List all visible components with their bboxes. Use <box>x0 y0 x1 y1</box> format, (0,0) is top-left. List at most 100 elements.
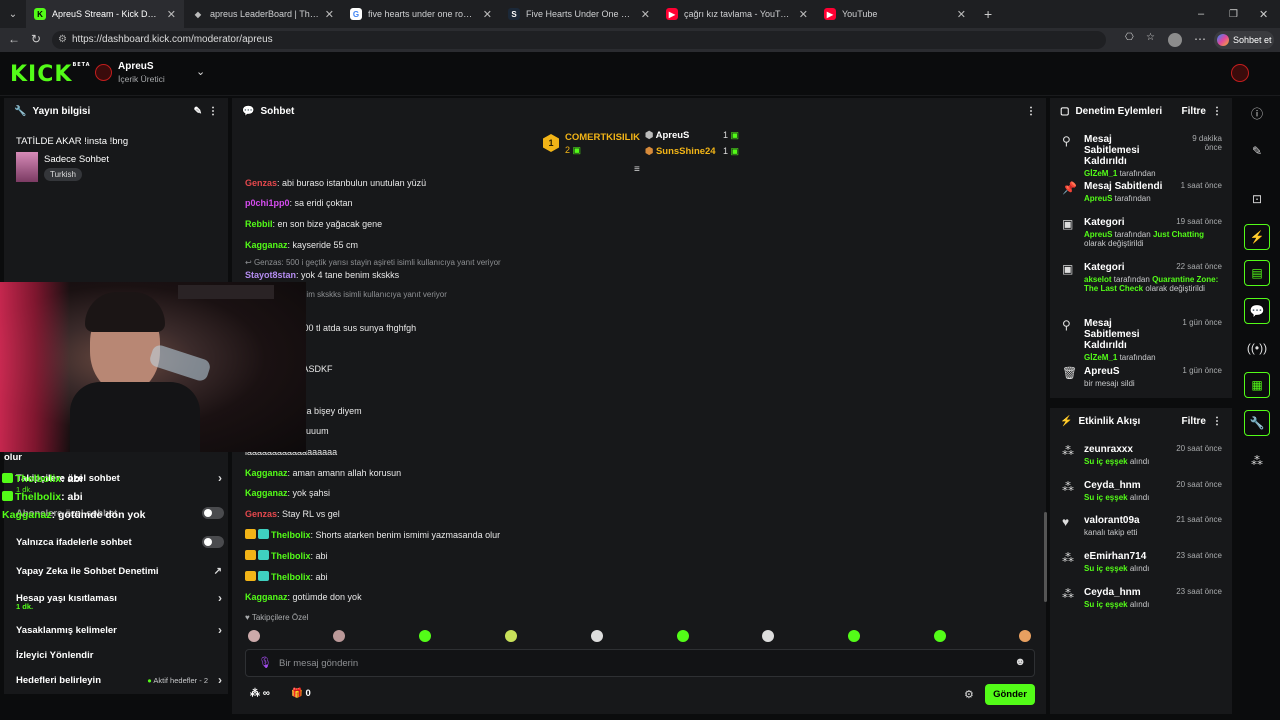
mod-action-user[interactable]: ApreuS <box>1084 194 1112 203</box>
kick-logo[interactable]: KICKBETA <box>10 62 91 87</box>
minimize-window-button[interactable]: – <box>1198 8 1204 20</box>
wrench-tool-icon[interactable]: 🔧 <box>1244 410 1270 436</box>
edit-icon[interactable]: ✎ <box>1244 138 1270 164</box>
gifts[interactable]: 🎁 0 <box>291 688 311 699</box>
chat-settings-gear-icon[interactable]: ⚙ <box>964 688 974 701</box>
mod-filter-button[interactable]: Filtre <box>1182 106 1206 117</box>
quick-actions-icon[interactable]: ⚡ <box>1244 224 1270 250</box>
chat-message[interactable]: Kagganaz: gotümde don yok <box>245 592 362 602</box>
chat-username[interactable]: Rebbil <box>245 219 273 229</box>
layout-icon[interactable]: ▦ <box>1244 372 1270 398</box>
close-tab-icon[interactable]: ✕ <box>167 8 176 21</box>
mod-action-user[interactable]: GİZeM_1 <box>1084 169 1117 178</box>
subscribers-only-toggle[interactable] <box>202 507 224 519</box>
activity-filter-button[interactable]: Filtre <box>1182 416 1206 427</box>
account-avatar[interactable] <box>1231 64 1249 82</box>
chat-username[interactable]: Stayot8stan <box>245 270 296 280</box>
chat-username[interactable]: Genzas <box>245 178 277 188</box>
close-tab-icon[interactable]: ✕ <box>325 8 334 21</box>
chat-message[interactable]: Stayot8stan: yok 4 tane benim skskks <box>245 270 399 280</box>
goals-setting[interactable]: Hedefleri belirleyin ● Aktif hedefler - … <box>4 668 232 692</box>
chat-username[interactable]: p0chi1pp0 <box>245 198 290 208</box>
chat-input[interactable]: 🎙 Bir mesaj gönderin ☻ <box>245 649 1035 677</box>
chat-scrollbar[interactable] <box>1044 512 1047 602</box>
emote-icon[interactable] <box>677 630 689 642</box>
chat-message[interactable]: Thelbolix: Shorts atarken benim ismimi y… <box>245 529 500 540</box>
copilot-chat-button[interactable]: Sohbet et <box>1214 31 1274 49</box>
emote-icon[interactable] <box>762 630 774 642</box>
chat-message[interactable]: Kagganaz: kayseride 55 cm <box>245 240 358 250</box>
emote-icon[interactable] <box>848 630 860 642</box>
close-tab-icon[interactable]: ✕ <box>957 8 966 21</box>
send-button[interactable]: Gönder <box>985 684 1035 705</box>
channel-switch-chevron-icon[interactable]: ⌄ <box>196 65 205 78</box>
chat-message[interactable]: p0chi1pp0: sa eridi çoktan <box>245 198 353 208</box>
language-tag[interactable]: Turkish <box>44 168 82 181</box>
focus-icon[interactable]: ⊡ <box>1244 186 1270 212</box>
mod-action-category[interactable]: Just Chatting <box>1153 230 1204 239</box>
favorites-icon[interactable]: ☆ <box>1146 32 1155 43</box>
channel-points[interactable]: ⁂ ∞ <box>250 688 270 699</box>
activity-dots-icon[interactable]: ⁂ <box>1244 448 1270 474</box>
kebab-menu-icon[interactable]: ⋮ <box>208 106 218 117</box>
emote-icon[interactable] <box>591 630 603 642</box>
kebab-menu-icon[interactable]: ⋮ <box>1026 106 1036 117</box>
chat-message[interactable]: Thelbolix: abi <box>245 550 328 561</box>
emote-icon[interactable] <box>505 630 517 642</box>
mod-action-user[interactable]: GİZeM_1 <box>1084 353 1117 362</box>
chat-username[interactable]: Kagganaz <box>245 468 288 478</box>
kebab-menu-icon[interactable]: ⋮ <box>1212 106 1222 117</box>
emote-icon[interactable] <box>333 630 345 642</box>
address-bar[interactable]: ⚙ https://dashboard.kick.com/moderator/a… <box>52 31 1106 49</box>
tab-5[interactable]: ▶ çağrı kız tavlama - YouTube ✕ <box>658 0 816 28</box>
restore-window-button[interactable]: ❐ <box>1229 9 1238 20</box>
extensions-icon[interactable]: ⎔ <box>1125 32 1134 43</box>
close-tab-icon[interactable]: ✕ <box>483 8 492 21</box>
chat-message[interactable]: Genzas: Stay RL vs gel <box>245 509 340 519</box>
emote-icon[interactable] <box>1019 630 1031 642</box>
chat-message[interactable]: Genzas: abi buraso istanbulun unutulan y… <box>245 178 426 188</box>
chat-username[interactable]: Thelbolix <box>271 530 311 540</box>
chat-username[interactable]: Kagganaz <box>245 592 288 602</box>
chat-username[interactable]: Thelbolix <box>271 572 311 582</box>
chat-username[interactable]: Kagganaz <box>245 240 288 250</box>
broadcast-icon[interactable]: ((•)) <box>1244 335 1270 361</box>
reload-icon[interactable]: ↻ <box>31 32 41 46</box>
back-arrow-icon[interactable]: ← <box>8 32 20 46</box>
mod-action-user[interactable]: ApreuS <box>1084 230 1112 239</box>
chat-username[interactable]: Thelbolix <box>271 551 311 561</box>
chat-message[interactable]: Rebbil: en son bize yağacak gene <box>245 219 382 229</box>
site-info-icon[interactable]: ⚙ <box>58 31 67 49</box>
emote-icon[interactable] <box>248 630 260 642</box>
activity-user[interactable]: valorant09a <box>1056 515 1166 526</box>
chat-message[interactable]: Kagganaz: aman amann allah korusun <box>245 468 401 478</box>
mod-action-user[interactable]: akselot <box>1084 275 1112 284</box>
close-tab-icon[interactable]: ✕ <box>799 8 808 21</box>
chat-message[interactable]: Kagganaz: yok şahsi <box>245 488 330 498</box>
tab-6[interactable]: ▶ YouTube ✕ <box>816 0 974 28</box>
chat-username[interactable]: Kagganaz <box>245 488 288 498</box>
ai-moderation-setting[interactable]: Yapay Zeka ile Sohbet Denetimi ↗ <box>4 559 232 583</box>
emote-icon[interactable] <box>934 630 946 642</box>
collapse-leaderboard-icon[interactable]: ≡ <box>634 164 640 175</box>
emoji-picker-icon[interactable]: ☻ <box>1014 656 1026 668</box>
tab-1[interactable]: K ApreuS Stream - Kick Dashboard ✕ <box>26 0 184 28</box>
tab-4[interactable]: S Five Hearts Under One Roof seaso ✕ <box>500 0 658 28</box>
banned-words-setting[interactable]: Yasaklanmış kelimeler › <box>4 618 232 642</box>
account-age-setting[interactable]: Hesap yaşı kısıtlaması › <box>4 586 232 610</box>
chat-icon[interactable]: 💬 <box>1244 298 1270 324</box>
new-tab-button[interactable]: + <box>984 6 992 22</box>
profile-avatar[interactable] <box>1168 33 1182 47</box>
chat-message[interactable]: Thelbolix: abi <box>245 571 328 582</box>
notes-icon[interactable]: ▤ <box>1244 260 1270 286</box>
viewer-redirect-setting[interactable]: İzleyici Yönlendir <box>4 643 232 667</box>
tab-2[interactable]: ◆ apreus LeaderBoard | The best Ch ✕ <box>184 0 342 28</box>
close-window-button[interactable]: ✕ <box>1259 8 1268 21</box>
emote-icon[interactable] <box>419 630 431 642</box>
chat-username[interactable]: Genzas <box>245 509 277 519</box>
emote-only-toggle[interactable] <box>202 536 224 548</box>
close-tab-icon[interactable]: ✕ <box>641 8 650 21</box>
channel-avatar[interactable] <box>95 64 112 81</box>
tab-list-chevron-icon[interactable]: ⌄ <box>0 9 26 20</box>
microphone-icon[interactable]: 🎙 <box>258 656 272 669</box>
